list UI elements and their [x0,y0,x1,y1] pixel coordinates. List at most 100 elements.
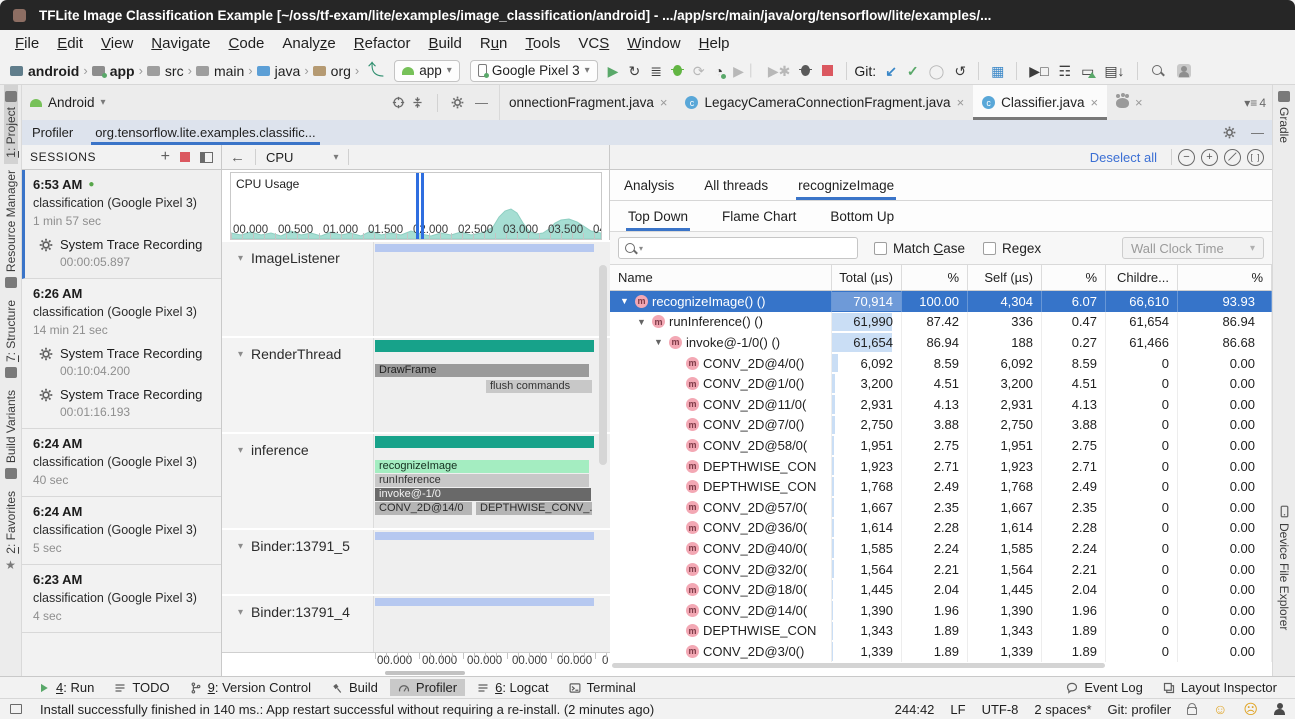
session-item[interactable]: 6:53 AM●classification (Google Pixel 3)1… [22,170,221,279]
selection-marker[interactable] [421,173,424,239]
menu-edit[interactable]: Edit [48,33,92,54]
recording-item[interactable]: System Trace Recording [33,346,213,361]
breadcrumb-org[interactable]: org [313,63,351,79]
thread-trace-area[interactable] [375,596,610,652]
session-item[interactable]: 6:24 AMclassification (Google Pixel 3)5 … [22,497,221,565]
toolwindow-4-run[interactable]: 4: Run [30,679,102,696]
git-commit-button[interactable]: ✓ [907,64,919,78]
tab-recognizeimage[interactable]: recognizeImage [796,170,896,200]
recording-item[interactable]: System Trace Recording [33,387,213,402]
indent-widget[interactable]: 2 spaces* [1034,702,1091,717]
sidebar-item-1-project[interactable]: 1: Project [4,85,18,164]
tab-all-threads[interactable]: All threads [702,170,770,200]
profile-avatar[interactable] [1177,64,1191,78]
expand-icon[interactable]: ▼ [635,317,648,327]
thread-trace-area[interactable] [375,530,610,594]
happy-face-icon[interactable]: ☺ [1213,702,1227,716]
table-row[interactable]: mCONV_2D@11/0(2,9314.132,9314.1300.00 [610,394,1272,415]
selection-marker[interactable] [416,173,419,239]
sad-face-icon[interactable]: ☹ [1243,702,1258,716]
thread-track-binder-13791-4[interactable]: ▾Binder:13791_4 [222,594,610,652]
search-everywhere-icon[interactable] [1151,64,1165,78]
expand-icon[interactable]: ▼ [618,296,631,306]
thread-track-inference[interactable]: ▾inferencerecognizeImagerunInferenceinvo… [222,432,610,528]
trace-bar[interactable]: CONV_2D@14/0 [375,502,472,515]
run-button[interactable]: ▶ [608,64,619,78]
menu-code[interactable]: Code [220,33,274,54]
thread-track-imagelistener[interactable]: ▾ImageListener [222,240,610,336]
attach-debugger-button[interactable]: ▶｜ [733,64,758,78]
deselect-all-link[interactable]: Deselect all [1090,150,1157,165]
project-structure-icon[interactable]: ▦ [991,64,1004,78]
breadcrumb-main[interactable]: main [196,63,244,79]
match-case-checkbox[interactable] [874,242,887,255]
menu-refactor[interactable]: Refactor [345,33,420,54]
zoom-out-button[interactable]: − [1178,149,1195,166]
device-select[interactable]: Google Pixel 3 ▾ [470,60,598,82]
sidebar-item-gradle[interactable]: Gradle [1277,85,1291,149]
clock-type-select[interactable]: Wall Clock Time ▾ [1122,237,1264,259]
git-branch-widget[interactable]: Git: profiler [1108,702,1172,717]
cpu-usage-chart[interactable]: CPU Usage 00.00000.50001.00001.50002.000… [230,172,602,240]
encoding-widget[interactable]: UTF-8 [982,702,1019,717]
regex-checkbox[interactable] [983,242,996,255]
column-header[interactable]: Childre... [1106,265,1178,290]
hidden-tabs-dropdown[interactable]: ▾≡4 [1238,85,1272,120]
stop-button[interactable] [822,65,833,76]
table-row[interactable]: mDEPTHWISE_CON1,7682.491,7682.4900.00 [610,476,1272,497]
table-row[interactable]: mCONV_2D@18/0(1,4452.041,4452.0400.00 [610,579,1272,600]
line-separator-widget[interactable]: LF [950,702,965,717]
pane-settings-gear-icon[interactable] [451,96,464,109]
horizontal-scrollbar[interactable] [612,663,1105,668]
recording-item[interactable]: System Trace Recording [33,237,213,252]
thread-label[interactable]: ▾RenderThread [222,338,374,432]
toolwindow-terminal[interactable]: Terminal [561,679,644,696]
close-icon[interactable]: × [1135,95,1143,110]
toolwindow-toggle-icon[interactable] [10,704,22,714]
table-row[interactable]: mCONV_2D@7/0()2,7503.882,7503.8800.00 [610,415,1272,436]
back-arrow-icon[interactable]: ← [230,149,245,166]
extra-tab[interactable]: × [1107,85,1152,120]
restart-activity-button[interactable]: ↻ [628,64,640,78]
menu-navigate[interactable]: Navigate [142,33,219,54]
collapse-sessions-button[interactable] [200,152,213,163]
thread-label[interactable]: ▾inference [222,434,374,528]
editor-tab[interactable]: cLegacyCameraConnectionFragment.java× [676,85,973,120]
close-icon[interactable]: × [957,95,965,110]
hide-profiler-icon[interactable]: — [1251,125,1264,140]
stop-session-button[interactable] [180,152,190,162]
editor-tab[interactable]: cClassifier.java× [973,85,1107,120]
expand-icon[interactable]: ▼ [652,337,665,347]
toolwindow-todo[interactable]: TODO [106,679,177,696]
collapse-all-icon[interactable] [411,96,424,109]
breadcrumb-android[interactable]: android [10,63,79,79]
toolwindow-profiler[interactable]: Profiler [390,679,465,696]
table-row[interactable]: ▼minvoke@-1/0() ()61,65486.941880.2761,4… [610,332,1272,353]
table-row[interactable]: mCONV_2D@40/0(1,5852.241,5852.2400.00 [610,538,1272,559]
thread-trace-area[interactable] [375,242,610,336]
menu-build[interactable]: Build [419,33,470,54]
trace-bar[interactable]: recognizeImage [375,460,589,473]
project-view-selector[interactable]: Android [48,95,95,110]
table-row[interactable]: mCONV_2D@14/0(1,3901.961,3901.9600.00 [610,600,1272,621]
session-item[interactable]: 6:23 AMclassification (Google Pixel 3)4 … [22,565,221,633]
trace-bar[interactable]: flush commands [486,380,592,393]
readonly-lock-icon[interactable] [1187,707,1197,715]
new-session-button[interactable]: + [161,148,170,166]
column-header[interactable]: % [902,265,968,290]
regex-option[interactable]: Regex [983,241,1041,256]
run-configuration-select[interactable]: app ▾ [394,60,460,82]
table-row[interactable]: mCONV_2D@3/0()1,3391.891,3391.8900.00 [610,641,1272,662]
subtab-bottom-up[interactable]: Bottom Up [828,201,896,231]
caret-position-widget[interactable]: 244:42 [895,702,935,717]
git-history-button[interactable]: ◯ [929,64,945,78]
table-row[interactable]: mDEPTHWISE_CON1,9232.711,9232.7100.00 [610,456,1272,477]
close-icon[interactable]: × [1090,95,1098,110]
column-header[interactable]: % [1042,265,1106,290]
menu-file[interactable]: File [6,33,48,54]
zoom-to-selection-button[interactable]: [ ] [1247,149,1264,166]
profiler-type-select[interactable]: CPU ▾ [266,150,338,165]
hide-pane-icon[interactable]: — [475,95,488,110]
locate-file-icon[interactable] [392,96,405,109]
rerun-with-coverage-button[interactable] [801,65,810,76]
